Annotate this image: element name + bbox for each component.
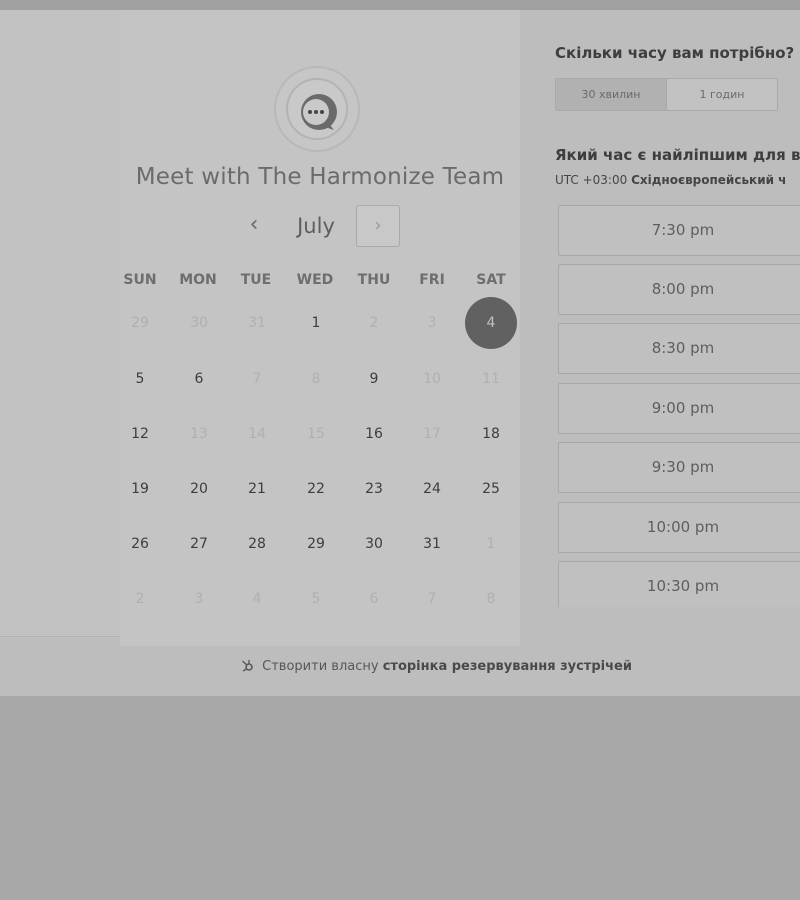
calendar-day[interactable]: 18 — [465, 408, 517, 460]
calendar-panel: Meet with The Harmonize Team ‹ July › SU… — [120, 10, 520, 646]
calendar-day[interactable]: 25 — [465, 463, 517, 515]
footer-prefix: Створити власну — [262, 659, 379, 674]
weekday-sun: SUN — [123, 272, 157, 288]
calendar-day[interactable]: 22 — [290, 463, 342, 515]
timezone-selector[interactable]: UTC +03:00 Східноєвропейський ч — [555, 173, 786, 187]
hubspot-sprocket-icon — [242, 660, 253, 672]
timezone-name: Східноєвропейський ч — [631, 173, 787, 187]
month-label: July — [297, 214, 335, 238]
time-slot[interactable]: 8:00 pm — [558, 264, 800, 315]
weekday-header: SUN MON TUE WED THU FRI SAT — [120, 272, 520, 292]
calendar-day[interactable]: 24 — [406, 463, 458, 515]
footer-booking-link[interactable]: сторінка резервування зустрічей — [383, 659, 632, 674]
calendar-day: 4 — [252, 591, 262, 607]
calendar-day[interactable]: 20 — [173, 463, 225, 515]
calendar-day: 29 — [131, 315, 149, 331]
chat-bubble-icon — [301, 94, 337, 130]
calendar-day: 14 — [248, 426, 266, 442]
calendar-day: 2 — [135, 591, 145, 607]
time-slot-list[interactable]: 7:30 pm 8:00 pm 8:30 pm 9:00 pm 9:30 pm … — [558, 205, 800, 607]
weekday-fri: FRI — [419, 272, 445, 288]
calendar-day: 8 — [311, 371, 321, 387]
calendar-day[interactable]: 12 — [114, 408, 166, 460]
duration-1-hour-option[interactable]: 1 годин — [667, 79, 777, 110]
time-slot[interactable]: 10:00 pm — [558, 502, 800, 553]
calendar-day: 2 — [369, 315, 379, 331]
calendar-day: 3 — [194, 591, 204, 607]
calendar-day[interactable]: 19 — [114, 463, 166, 515]
team-avatar — [274, 66, 360, 152]
calendar-day: 17 — [423, 426, 441, 442]
duration-question: Скільки часу вам потрібно? — [555, 44, 795, 62]
top-strip — [0, 0, 800, 10]
duration-toggle: 30 хвилин 1 годин — [555, 78, 778, 111]
calendar-day: 30 — [190, 315, 208, 331]
calendar-day: 31 — [248, 315, 266, 331]
time-panel: Скільки часу вам потрібно? 30 хвилин 1 г… — [520, 10, 800, 646]
divider — [0, 636, 120, 637]
time-slot[interactable]: 8:30 pm — [558, 323, 800, 374]
calendar-day[interactable]: 5 — [114, 353, 166, 405]
calendar-day: 7 — [252, 371, 262, 387]
calendar-day[interactable]: 28 — [231, 518, 283, 570]
calendar-day[interactable]: 21 — [231, 463, 283, 515]
calendar-day[interactable]: 27 — [173, 518, 225, 570]
next-month-button[interactable]: › — [356, 205, 400, 247]
month-navigation: ‹ July › — [120, 204, 520, 248]
footer-promo: Створити власну сторінка резервування зу… — [0, 658, 800, 674]
previous-month-button[interactable]: ‹ — [236, 208, 272, 244]
calendar-day[interactable]: 30 — [348, 518, 400, 570]
time-slot[interactable]: 7:30 pm — [558, 205, 800, 256]
calendar-day-selected[interactable]: 4 — [465, 297, 517, 349]
calendar-day[interactable]: 26 — [114, 518, 166, 570]
duration-30-min-option[interactable]: 30 хвилин — [556, 79, 667, 110]
calendar-day: 1 — [486, 536, 496, 552]
calendar-day[interactable]: 23 — [348, 463, 400, 515]
time-slot[interactable]: 10:30 pm — [558, 561, 800, 607]
weekday-sat: SAT — [476, 272, 506, 288]
calendar-day: 6 — [369, 591, 379, 607]
meeting-title: Meet with The Harmonize Team — [135, 164, 505, 190]
time-slot[interactable]: 9:00 pm — [558, 383, 800, 434]
calendar-day: 3 — [427, 315, 437, 331]
calendar-day: 13 — [190, 426, 208, 442]
calendar-day[interactable]: 6 — [173, 353, 225, 405]
time-slot[interactable]: 9:30 pm — [558, 442, 800, 493]
calendar-day: 5 — [311, 591, 321, 607]
calendar-day: 15 — [307, 426, 325, 442]
calendar-day: 10 — [423, 371, 441, 387]
calendar-day: 11 — [482, 371, 500, 387]
calendar-day: 8 — [486, 591, 496, 607]
calendar-day[interactable]: 1 — [290, 297, 342, 349]
calendar-day: 7 — [427, 591, 437, 607]
time-question: Який час є найліпшим для вас — [555, 146, 800, 164]
team-logo — [286, 78, 348, 140]
weekday-wed: WED — [296, 272, 334, 288]
weekday-thu: THU — [357, 272, 391, 288]
side-sheet-edge — [0, 10, 120, 638]
timezone-offset: UTC +03:00 — [555, 173, 628, 187]
weekday-mon: MON — [179, 272, 217, 288]
calendar-day[interactable]: 16 — [348, 408, 400, 460]
weekday-tue: TUE — [240, 272, 272, 288]
calendar-day[interactable]: 9 — [348, 353, 400, 405]
calendar-day[interactable]: 29 — [290, 518, 342, 570]
calendar-day[interactable]: 31 — [406, 518, 458, 570]
